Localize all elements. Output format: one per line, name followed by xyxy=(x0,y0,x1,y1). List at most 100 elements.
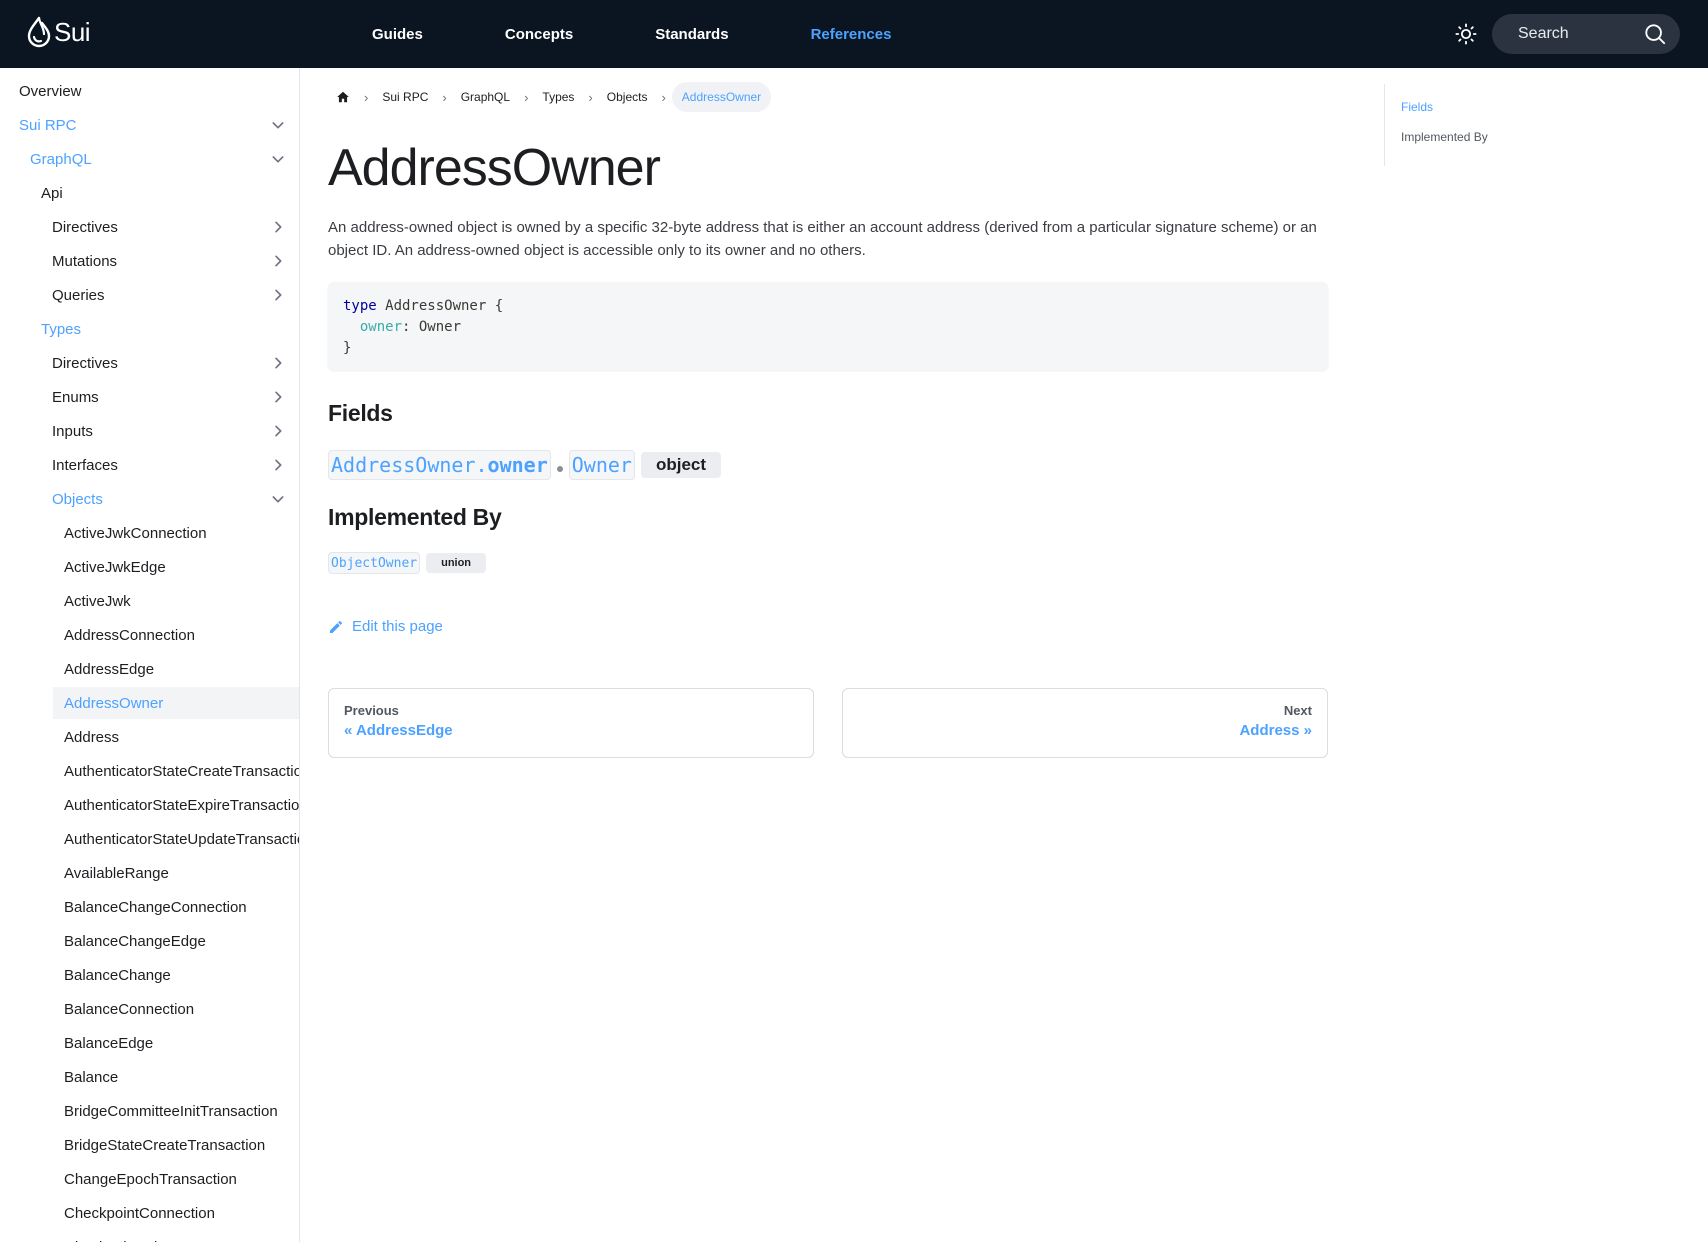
sidebar-item-label: AddressEdge xyxy=(64,660,155,678)
sidebar-item[interactable]: AuthenticatorStateExpireTransaction xyxy=(0,789,299,821)
sidebar-item[interactable]: BridgeCommitteeInitTransaction xyxy=(0,1095,299,1127)
breadcrumb-separator: › xyxy=(588,89,593,105)
sidebar-item[interactable]: Types xyxy=(0,313,299,345)
page-description: An address-owned object is owned by a sp… xyxy=(328,219,1317,259)
sidebar-item[interactable]: Objects xyxy=(0,483,299,515)
sidebar-item[interactable]: Overview xyxy=(0,75,299,107)
sidebar-item-label: Overview xyxy=(19,82,82,100)
sidebar-item[interactable]: BalanceChangeEdge xyxy=(0,925,299,957)
previous-page-link[interactable]: Previous « AddressEdge xyxy=(328,688,814,758)
chevron-right-icon[interactable] xyxy=(268,251,288,271)
code-keyword: type xyxy=(343,298,377,314)
sidebar-item[interactable]: CheckpointConnection xyxy=(0,1197,299,1229)
edit-page-link[interactable]: Edit this page xyxy=(328,618,443,635)
sidebar-item[interactable]: Inputs xyxy=(0,415,299,447)
chevron-down-icon[interactable] xyxy=(268,149,288,169)
search-button[interactable]: Search xyxy=(1492,14,1680,54)
implemented-by-heading: Implemented By xyxy=(328,504,502,530)
sidebar-item[interactable]: AuthenticatorStateUpdateTransaction xyxy=(0,823,300,855)
previous-label: Previous xyxy=(344,703,399,718)
nav-references[interactable]: References xyxy=(811,26,892,43)
sidebar-item[interactable]: ChangeEpochTransaction xyxy=(0,1163,299,1195)
sidebar-item[interactable]: Balance xyxy=(0,1061,299,1093)
chevron-right-icon[interactable] xyxy=(268,387,288,407)
breadcrumb-home[interactable] xyxy=(328,82,358,112)
sidebar-item-label: BalanceChangeEdge xyxy=(64,932,206,950)
chevron-down-icon[interactable] xyxy=(268,115,288,135)
sidebar-item-label: BridgeStateCreateTransaction xyxy=(64,1136,266,1154)
nav-standards[interactable]: Standards xyxy=(655,26,728,43)
sidebar-item-label: ActiveJwkConnection xyxy=(64,524,207,542)
toc-implemented-by[interactable]: Implemented By xyxy=(1401,130,1488,144)
theme-toggle-button[interactable] xyxy=(1452,20,1480,48)
sidebar-item[interactable]: AddressEdge xyxy=(0,653,299,685)
breadcrumb-objects[interactable]: Objects xyxy=(599,82,656,112)
sidebar-item[interactable]: Queries xyxy=(0,279,299,311)
chevron-right-icon[interactable] xyxy=(268,285,288,305)
pencil-icon xyxy=(330,620,343,633)
sidebar-item[interactable]: AuthenticatorStateCreateTransaction xyxy=(0,755,300,787)
sidebar-item[interactable]: Directives xyxy=(0,347,299,379)
sidebar-item-label: CheckpointEdge xyxy=(64,1239,174,1242)
sidebar-item[interactable]: GraphQL xyxy=(0,143,299,175)
sidebar-item-label: Directives xyxy=(52,218,118,236)
breadcrumb-graphql[interactable]: GraphQL xyxy=(453,82,518,112)
sidebar-item-label: BalanceConnection xyxy=(64,1000,195,1018)
chevron-down-icon[interactable] xyxy=(268,489,288,509)
breadcrumb-separator: › xyxy=(661,89,666,105)
sidebar-item[interactable]: CheckpointEdge xyxy=(0,1231,299,1242)
table-of-contents: Fields Implemented By xyxy=(1384,84,1684,166)
breadcrumb-types[interactable]: Types xyxy=(534,82,582,112)
home-icon xyxy=(337,91,349,103)
sidebar-item[interactable]: BalanceChangeConnection xyxy=(0,891,299,923)
sidebar-item[interactable]: Interfaces xyxy=(0,449,299,481)
chevron-right-icon[interactable] xyxy=(268,353,288,373)
sidebar-item[interactable]: Directives xyxy=(0,211,299,243)
sidebar-item[interactable]: AvailableRange xyxy=(0,857,299,889)
sidebar-item-label: AddressOwner xyxy=(64,694,164,712)
chevron-right-icon[interactable] xyxy=(268,217,288,237)
sidebar-item[interactable]: ActiveJwkEdge xyxy=(0,551,299,583)
breadcrumb-separator: › xyxy=(524,89,529,105)
sidebar-item-label: Objects xyxy=(52,490,103,508)
top-navbar: Sui Guides Concepts Standards References… xyxy=(0,0,1708,68)
sidebar-item-label: Types xyxy=(41,320,82,338)
chevron-right-icon[interactable] xyxy=(268,455,288,475)
sidebar-item[interactable]: Api xyxy=(0,177,299,209)
sidebar-item[interactable]: BalanceChange xyxy=(0,959,299,991)
sidebar-item[interactable]: AddressConnection xyxy=(0,619,299,651)
sidebar-item[interactable]: Mutations xyxy=(0,245,299,277)
sidebar-item[interactable]: Sui RPC xyxy=(0,109,299,141)
sidebar-item[interactable]: Enums xyxy=(0,381,299,413)
sidebar-item[interactable]: ActiveJwkConnection xyxy=(0,517,299,549)
breadcrumb-current: AddressOwner xyxy=(671,82,772,112)
sidebar-item-label: Queries xyxy=(52,286,105,304)
next-page-link[interactable]: Next Address » xyxy=(842,688,1328,758)
nav-guides[interactable]: Guides xyxy=(372,26,423,43)
breadcrumb: › Sui RPC › GraphQL › Types › Objects › … xyxy=(328,82,772,112)
breadcrumb-sui-rpc[interactable]: Sui RPC xyxy=(374,82,436,112)
sidebar-item-label: AuthenticatorStateCreateTransaction xyxy=(64,762,300,780)
toc-fields[interactable]: Fields xyxy=(1401,100,1433,114)
field-type-name: AddressOwner. xyxy=(331,453,488,477)
logo-text: Sui xyxy=(54,16,91,47)
sidebar-item-label: Sui RPC xyxy=(19,116,77,134)
sidebar-item-label: AuthenticatorStateUpdateTransaction xyxy=(64,830,300,848)
implemented-link[interactable]: ObjectOwner xyxy=(328,552,421,574)
sui-logo[interactable]: Sui xyxy=(26,16,91,48)
sidebar-item-label: Mutations xyxy=(52,252,118,270)
kind-badge: object xyxy=(640,452,722,478)
sidebar-item[interactable]: AddressOwner xyxy=(53,687,299,719)
main-nav: Guides Concepts Standards References xyxy=(372,0,973,68)
sidebar-item-label: Balance xyxy=(64,1068,119,1086)
sidebar-item[interactable]: BalanceConnection xyxy=(0,993,299,1025)
chevron-right-icon[interactable] xyxy=(268,421,288,441)
return-type-link[interactable]: Owner xyxy=(568,450,635,480)
sidebar-item[interactable]: BridgeStateCreateTransaction xyxy=(0,1129,299,1161)
sidebar-item[interactable]: ActiveJwk xyxy=(0,585,299,617)
field-link[interactable]: AddressOwner. owner xyxy=(328,450,551,480)
nav-concepts[interactable]: Concepts xyxy=(505,26,573,43)
union-badge: union xyxy=(426,553,487,573)
sidebar-item[interactable]: Address xyxy=(0,721,299,753)
sidebar-item[interactable]: BalanceEdge xyxy=(0,1027,299,1059)
